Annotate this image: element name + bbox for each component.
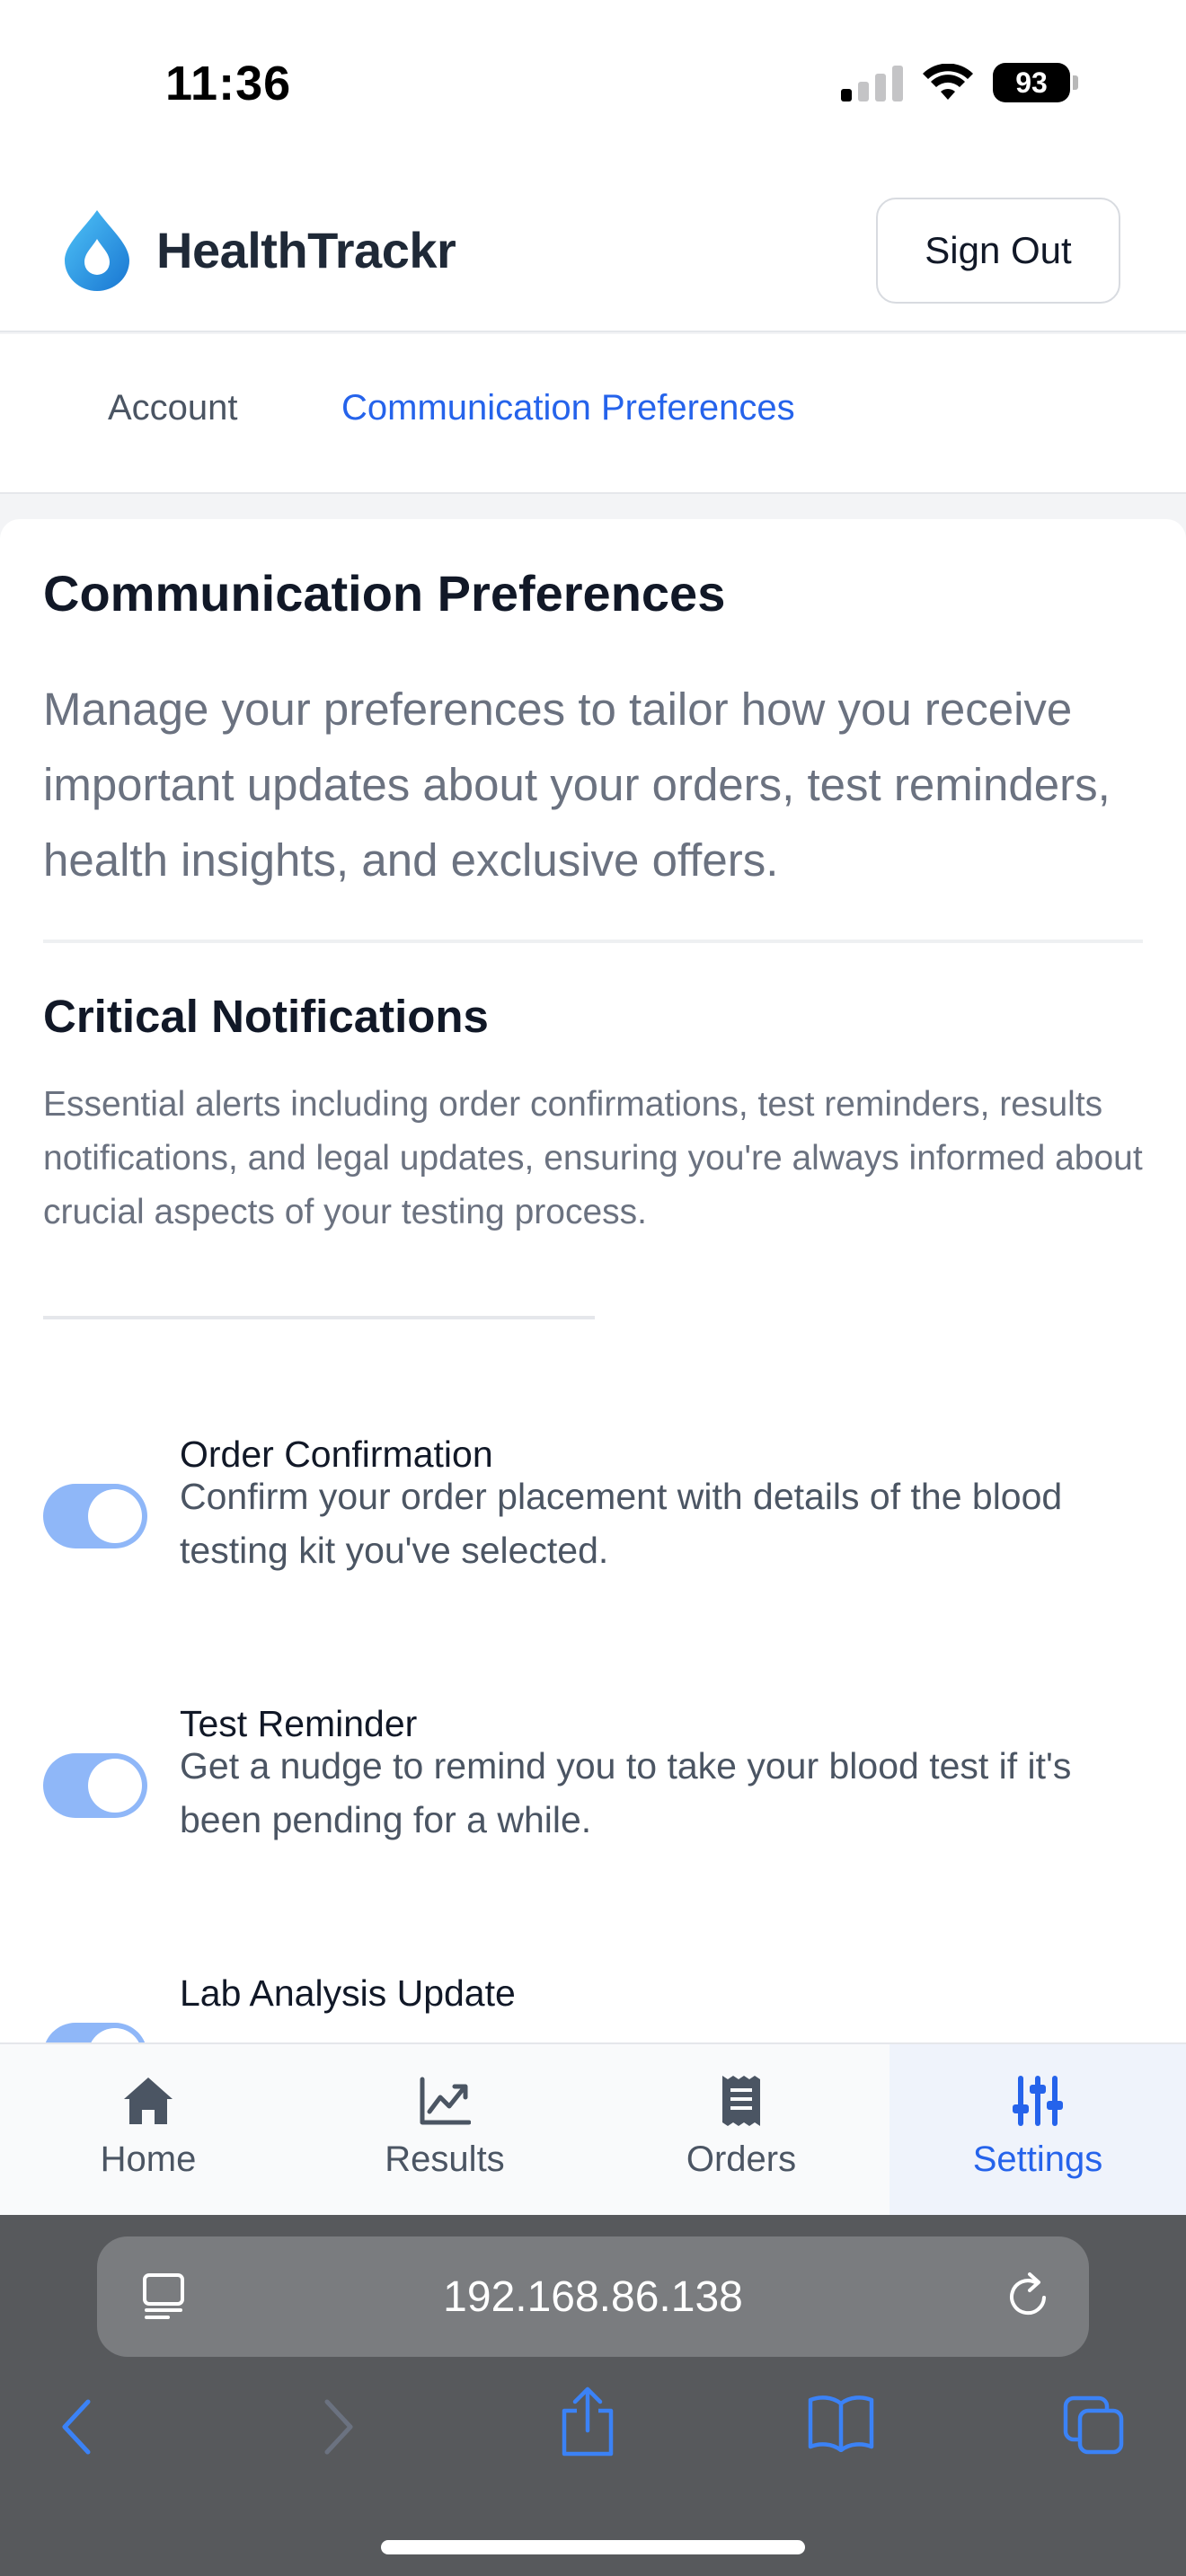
nav-results[interactable]: Results bbox=[296, 2044, 593, 2217]
nav-home[interactable]: Home bbox=[0, 2044, 296, 2217]
reload-icon[interactable] bbox=[1003, 2271, 1053, 2321]
status-bar: 11:36 93 bbox=[0, 0, 1186, 171]
app-header: HealthTrackr Sign Out bbox=[0, 171, 1186, 332]
brand-name: HealthTrackr bbox=[156, 221, 456, 278]
bookmarks-icon[interactable] bbox=[807, 2395, 875, 2452]
bottom-nav: Home Results Orders Settings bbox=[0, 2042, 1186, 2217]
home-icon bbox=[124, 2078, 173, 2124]
cellular-signal-icon bbox=[841, 64, 903, 101]
wifi-icon bbox=[923, 64, 973, 100]
order-confirmation-toggle[interactable] bbox=[43, 1484, 147, 1548]
divider bbox=[43, 1316, 595, 1319]
sliders-icon bbox=[1013, 2076, 1063, 2126]
status-icons: 93 bbox=[841, 63, 1078, 102]
water-drop-logo-icon bbox=[65, 210, 129, 291]
nav-label: Orders bbox=[686, 2139, 797, 2179]
test-reminder-toggle[interactable] bbox=[43, 1753, 147, 1818]
status-time: 11:36 bbox=[165, 57, 292, 110]
battery-icon: 93 bbox=[993, 63, 1078, 102]
nav-label: Results bbox=[385, 2139, 505, 2179]
communication-preferences-card: Communication Preferences Manage your pr… bbox=[0, 519, 1186, 2087]
nav-settings[interactable]: Settings bbox=[890, 2044, 1186, 2217]
page-description: Manage your preferences to tailor how yo… bbox=[43, 684, 1111, 886]
tab-communication-preferences[interactable]: Communication Preferences bbox=[341, 388, 795, 428]
home-indicator bbox=[381, 2540, 805, 2554]
page-title: Communication Preferences bbox=[43, 565, 726, 622]
tabs-icon[interactable] bbox=[1062, 2395, 1125, 2456]
preference-description: Confirm your order placement with detail… bbox=[180, 1476, 1063, 1571]
divider bbox=[43, 940, 1143, 943]
chart-icon bbox=[420, 2077, 471, 2125]
battery-level: 93 bbox=[993, 63, 1070, 102]
receipt-icon bbox=[722, 2076, 760, 2126]
section-description: Essential alerts including order confirm… bbox=[43, 1085, 1143, 1231]
url-text: 192.168.86.138 bbox=[443, 2272, 743, 2321]
preference-description: Get a nudge to remind you to take your b… bbox=[180, 1745, 1072, 1840]
nav-label: Home bbox=[100, 2139, 197, 2179]
sign-out-button[interactable]: Sign Out bbox=[876, 198, 1120, 304]
brand[interactable]: HealthTrackr bbox=[63, 208, 456, 291]
nav-orders[interactable]: Orders bbox=[593, 2044, 890, 2217]
address-bar[interactable]: 192.168.86.138 bbox=[97, 2236, 1089, 2357]
back-icon[interactable] bbox=[59, 2398, 95, 2456]
tab-account[interactable]: Account bbox=[108, 388, 238, 428]
nav-label: Settings bbox=[972, 2139, 1103, 2179]
preference-label: Lab Analysis Update bbox=[180, 1972, 516, 2014]
browser-toolbar bbox=[0, 2386, 1186, 2493]
settings-tabs: Account Communication Preferences bbox=[0, 334, 1186, 494]
share-icon[interactable] bbox=[559, 2386, 616, 2457]
browser-chrome: 192.168.86.138 bbox=[0, 2215, 1186, 2576]
forward-icon[interactable] bbox=[320, 2398, 356, 2456]
section-title: Critical Notifications bbox=[43, 991, 489, 1042]
